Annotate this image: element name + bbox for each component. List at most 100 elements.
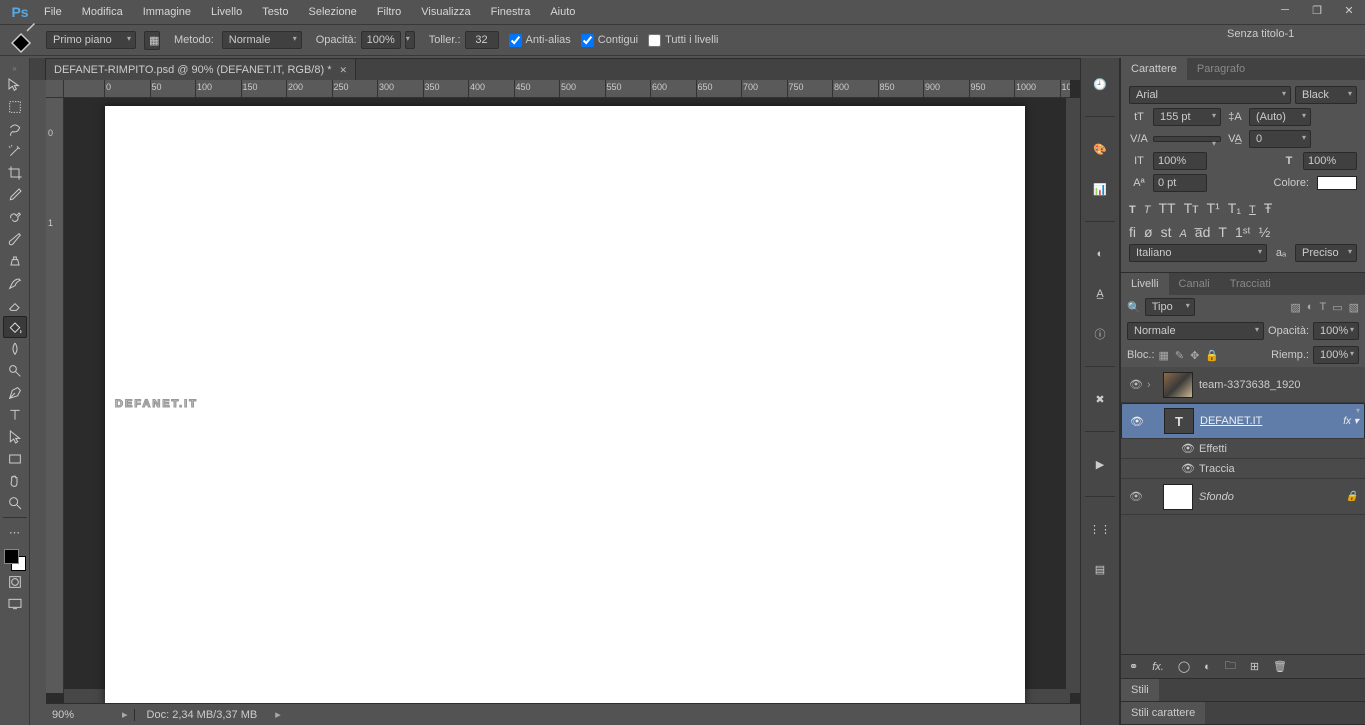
visibility-icon[interactable]: 👁 <box>1125 490 1147 503</box>
visibility-icon[interactable]: 👁 <box>1125 378 1147 391</box>
tab-stili-carattere[interactable]: Stili carattere <box>1121 702 1205 724</box>
baseline-field[interactable]: 0 pt <box>1153 174 1207 192</box>
vertical-scale-field[interactable]: 100% <box>1153 152 1207 170</box>
document-tab[interactable]: DEFANET-RIMPITO.psd @ 90% (DEFANET.IT, R… <box>46 59 356 81</box>
layer-effects-row[interactable]: 👁Effetti <box>1121 439 1365 459</box>
layer-row[interactable]: 👁 Sfondo 🔒 <box>1121 479 1365 515</box>
brush-tool[interactable] <box>3 228 27 250</box>
menu-visualizza[interactable]: Visualizza <box>411 0 480 24</box>
fill-percent-field[interactable]: 100% <box>1313 346 1359 364</box>
layer-thumbnail[interactable]: T <box>1164 408 1194 434</box>
edit-toolbar-button[interactable]: ⋯ <box>3 521 27 543</box>
tab-carattere[interactable]: Carattere <box>1121 58 1187 80</box>
menu-modifica[interactable]: Modifica <box>72 0 133 24</box>
zoom-stepper[interactable]: ▸ <box>116 708 134 721</box>
toller-field[interactable]: 32 <box>465 31 499 49</box>
healing-brush-tool[interactable] <box>3 206 27 228</box>
antialias-checkbox[interactable]: Anti-alias <box>509 34 571 47</box>
font-weight-dropdown[interactable]: Black <box>1295 86 1357 104</box>
tab-stili[interactable]: Stili <box>1121 679 1159 701</box>
filter-adjust-icon[interactable]: ◐ <box>1307 301 1314 314</box>
move-tool[interactable] <box>3 74 27 96</box>
allcaps-button[interactable]: TT <box>1158 200 1175 216</box>
info-panel-icon[interactable]: ⓘ <box>1088 322 1112 346</box>
character-panel-icon[interactable]: A̲ <box>1088 282 1112 306</box>
blur-tool[interactable] <box>3 338 27 360</box>
kerning-field[interactable] <box>1153 136 1221 142</box>
fill-mode-dropdown[interactable]: Primo piano <box>46 31 136 49</box>
group-icon[interactable]: 🗀 <box>1225 657 1236 676</box>
doc-info[interactable]: Doc: 2,34 MB/3,37 MB <box>134 709 270 721</box>
tab-canali[interactable]: Canali <box>1169 273 1220 295</box>
menu-selezione[interactable]: Selezione <box>298 0 366 24</box>
delete-layer-icon[interactable]: 🗑 <box>1273 660 1287 673</box>
lock-all-icon[interactable]: 🔒 <box>1205 349 1219 362</box>
filter-smart-icon[interactable]: ▧ <box>1349 301 1359 314</box>
filter-image-icon[interactable]: ▨ <box>1290 301 1300 314</box>
layer-opacity-field[interactable]: 100% <box>1313 322 1359 340</box>
layers-panel-icon[interactable]: ▤ <box>1088 557 1112 581</box>
eraser-tool[interactable] <box>3 294 27 316</box>
actions-panel-icon[interactable]: ▶ <box>1088 452 1112 476</box>
font-family-dropdown[interactable]: Arial <box>1129 86 1291 104</box>
eyedropper-tool[interactable] <box>3 184 27 206</box>
crop-tool[interactable] <box>3 162 27 184</box>
adjustments-panel-icon[interactable]: ◐ <box>1088 242 1112 266</box>
layer-style-icon[interactable]: fx. <box>1152 661 1164 673</box>
filter-type-dropdown[interactable]: Tipo <box>1145 298 1195 316</box>
antialias-dropdown[interactable]: Preciso <box>1295 244 1357 262</box>
menu-testo[interactable]: Testo <box>252 0 298 24</box>
history-panel-icon[interactable]: 🕘 <box>1088 72 1112 96</box>
horizontal-scale-field[interactable]: 100% <box>1303 152 1357 170</box>
contigui-checkbox[interactable]: Contigui <box>581 34 638 47</box>
layer-fx-icon[interactable]: fx ▾ <box>1342 416 1360 427</box>
color-panel-icon[interactable]: 🎨 <box>1088 137 1112 161</box>
menu-aiuto[interactable]: Aiuto <box>540 0 585 24</box>
hand-tool[interactable] <box>3 470 27 492</box>
layer-effect-stroke[interactable]: 👁Traccia <box>1121 459 1365 479</box>
lock-transparent-icon[interactable]: ▦ <box>1159 349 1169 362</box>
layer-row[interactable]: 👁 T DEFANET.IT fx ▾ <box>1121 403 1365 439</box>
menu-livello[interactable]: Livello <box>201 0 252 24</box>
dock-handle-icon[interactable]: » <box>1 64 29 74</box>
filter-icon[interactable]: 🔍 <box>1127 301 1141 314</box>
subscript-button[interactable]: T₁ <box>1228 200 1241 216</box>
minimize-button[interactable]: ─ <box>1269 0 1301 20</box>
tab-livelli[interactable]: Livelli <box>1121 273 1169 295</box>
rectangle-tool[interactable] <box>3 448 27 470</box>
vertical-scrollbar[interactable] <box>1066 98 1080 693</box>
tutti-livelli-checkbox[interactable]: Tutti i livelli <box>648 34 718 47</box>
quick-mask-button[interactable] <box>3 571 27 593</box>
tool-preset-icon[interactable] <box>6 27 42 53</box>
pen-tool[interactable] <box>3 382 27 404</box>
lasso-tool[interactable] <box>3 118 27 140</box>
zoom-tool[interactable] <box>3 492 27 514</box>
swatch-dropdown[interactable]: ▦ <box>144 31 160 50</box>
menu-file[interactable]: File <box>34 0 72 24</box>
tracking-field[interactable]: 0 <box>1249 130 1311 148</box>
text-color-swatch[interactable] <box>1317 176 1357 190</box>
brush-settings-icon[interactable]: ⋮⋮ <box>1088 517 1112 541</box>
close-tab-icon[interactable]: ✕ <box>339 65 347 76</box>
color-wells[interactable] <box>4 549 26 571</box>
new-layer-icon[interactable]: ⊞ <box>1250 660 1259 673</box>
document-dropdown[interactable]: Senza titolo-1 <box>1227 28 1357 40</box>
strike-button[interactable]: Ŧ <box>1264 200 1273 216</box>
superscript-button[interactable]: T¹ <box>1207 200 1220 216</box>
history-brush-tool[interactable] <box>3 272 27 294</box>
layer-name[interactable]: team-3373638_1920 <box>1199 379 1361 391</box>
language-dropdown[interactable]: Italiano <box>1129 244 1267 262</box>
clone-stamp-tool[interactable] <box>3 250 27 272</box>
maximize-button[interactable]: ❐ <box>1301 0 1333 20</box>
properties-panel-icon[interactable]: ✖ <box>1088 387 1112 411</box>
screen-mode-button[interactable] <box>3 593 27 615</box>
canvas[interactable]: DEFANET.IT <box>105 106 1025 706</box>
layer-mask-icon[interactable]: ◯ <box>1178 660 1190 673</box>
layer-name[interactable]: DEFANET.IT <box>1200 415 1342 427</box>
close-button[interactable]: ✕ <box>1333 0 1365 20</box>
histogram-panel-icon[interactable]: 📊 <box>1088 177 1112 201</box>
canvas-area[interactable]: DEFANET.IT <box>64 98 1066 689</box>
lock-image-icon[interactable]: ✎ <box>1175 349 1184 362</box>
bold-button[interactable]: T <box>1129 200 1136 216</box>
filter-type-icon[interactable]: T <box>1319 301 1326 314</box>
